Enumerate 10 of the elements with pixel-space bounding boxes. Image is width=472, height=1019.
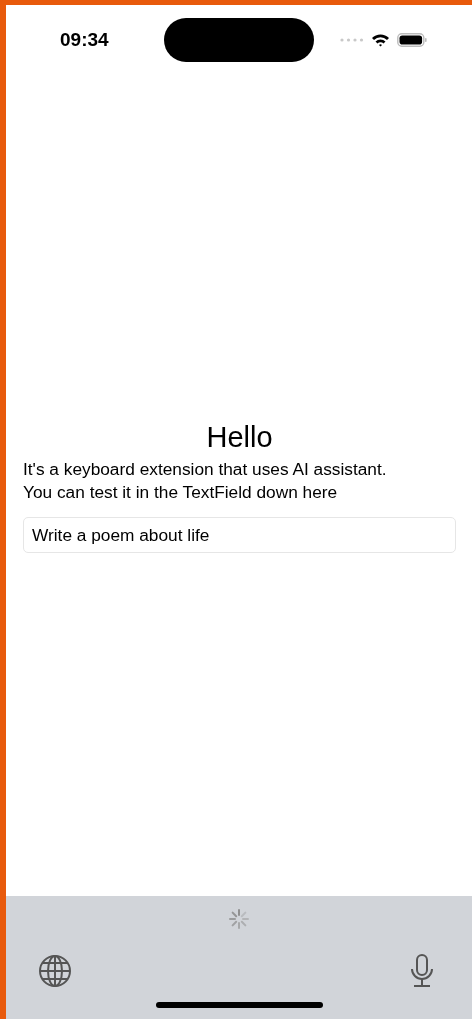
wifi-icon xyxy=(371,33,390,47)
loading-spinner-icon xyxy=(227,907,251,931)
text-field[interactable]: Write a poem about life xyxy=(23,517,456,553)
status-time: 09:34 xyxy=(60,29,110,51)
battery-icon xyxy=(397,33,427,47)
signal-icon xyxy=(340,38,364,42)
globe-icon[interactable] xyxy=(38,954,72,988)
microphone-icon[interactable] xyxy=(409,954,435,988)
page-title: Hello xyxy=(206,420,273,454)
description-text: It's a keyboard extension that uses AI assistant. You can test it in the TextField down here xyxy=(23,458,387,504)
